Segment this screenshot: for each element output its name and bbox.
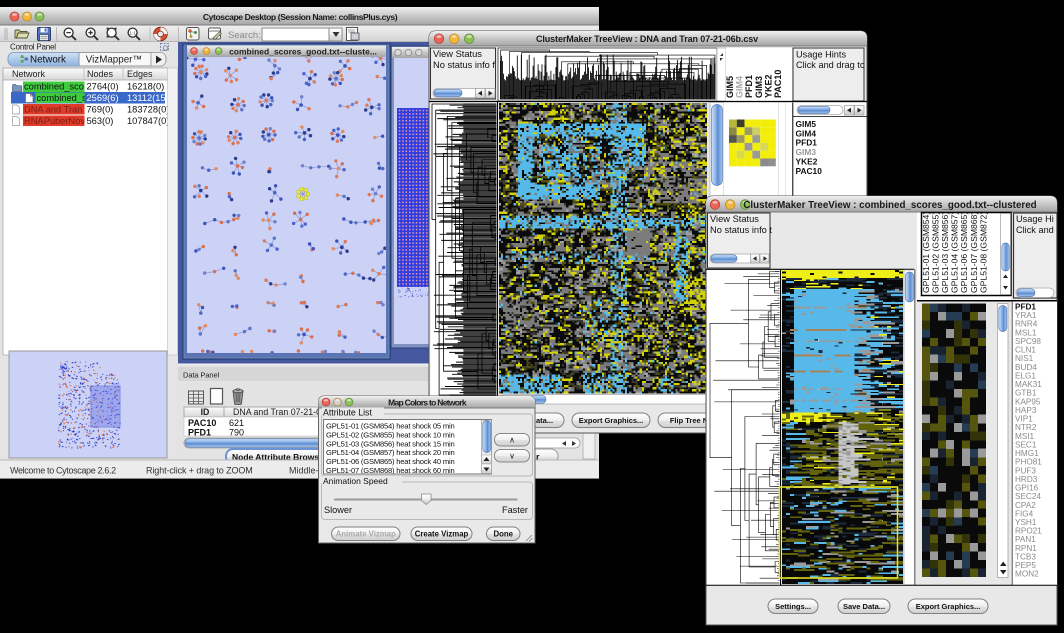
svg-text:∧: ∧ — [509, 436, 515, 445]
svg-text:No status info t: No status info t — [710, 225, 772, 235]
svg-text:Animation Speed: Animation Speed — [323, 476, 388, 486]
svg-text:PFD1: PFD1 — [744, 75, 754, 98]
svg-text:PAC10: PAC10 — [796, 166, 823, 176]
svg-text:PAC10: PAC10 — [773, 70, 783, 98]
svg-text:GPL51-02 (GSM855): GPL51-02 (GSM855) — [931, 212, 941, 293]
svg-text:MON2: MON2 — [1015, 570, 1039, 579]
svg-text:combined_scores_good.txt--clus: combined_scores_good.txt--cluste... — [229, 47, 377, 57]
svg-text:Map Colors to Network: Map Colors to Network — [388, 398, 467, 408]
svg-text:Welcome to Cytoscape 2.6.2: Welcome to Cytoscape 2.6.2 — [10, 466, 116, 476]
svg-text:Search:: Search: — [228, 30, 261, 41]
svg-text:Usage Hi: Usage Hi — [1016, 214, 1054, 224]
svg-text:VizMapper™: VizMapper™ — [86, 54, 142, 65]
svg-text:GPL51-03 (GSM856) heat shock 1: GPL51-03 (GSM856) heat shock 15 min — [326, 439, 455, 448]
svg-text:Attribute List: Attribute List — [323, 408, 372, 418]
svg-text:Create Vizmap: Create Vizmap — [415, 530, 469, 539]
svg-text:PFD1: PFD1 — [188, 427, 211, 437]
svg-text:GIM3: GIM3 — [754, 76, 764, 98]
svg-text:ClusterMaker TreeView : DNA an: ClusterMaker TreeView : DNA and Tran 07-… — [536, 34, 758, 44]
svg-text:16218(0): 16218(0) — [127, 82, 164, 92]
svg-text:183728(0): 183728(0) — [127, 105, 169, 115]
svg-text:GPL51-06 (GSM865): GPL51-06 (GSM865) — [959, 212, 969, 293]
svg-text:Export Graphics...: Export Graphics... — [916, 602, 981, 611]
svg-text:Right-click + drag to ZOOM: Right-click + drag to ZOOM — [146, 466, 253, 476]
svg-text:Click and: Click and — [1016, 225, 1054, 235]
svg-text:View Status: View Status — [710, 214, 759, 224]
svg-text:Edges: Edges — [127, 69, 153, 79]
svg-text:ClusterMaker TreeView : combin: ClusterMaker TreeView : combined_scores_… — [743, 200, 1036, 211]
svg-text:GPL51-01 (GSM854) heat shock 0: GPL51-01 (GSM854) heat shock 05 min — [326, 422, 455, 431]
svg-text:∨: ∨ — [509, 452, 515, 461]
svg-text:GPL51-01 (GSM854): GPL51-01 (GSM854) — [921, 212, 931, 293]
svg-text:Save Data...: Save Data... — [843, 602, 885, 611]
svg-text:769(0): 769(0) — [87, 105, 114, 115]
svg-text:Usage Hints: Usage Hints — [796, 50, 846, 60]
svg-text:GPL51-02 (GSM855) heat shock 1: GPL51-02 (GSM855) heat shock 10 min — [326, 430, 455, 439]
svg-text:GIM5: GIM5 — [725, 76, 735, 98]
svg-text:621: 621 — [229, 418, 244, 428]
svg-text:GPL51-07 (GSM868): GPL51-07 (GSM868) — [969, 212, 979, 293]
svg-text:563(0): 563(0) — [87, 116, 114, 126]
svg-text:Animate Vizmap: Animate Vizmap — [336, 530, 396, 539]
svg-text:Data Panel: Data Panel — [183, 371, 220, 380]
svg-text:Control Panel: Control Panel — [10, 43, 56, 52]
svg-text:Export Graphics...: Export Graphics... — [579, 416, 644, 425]
svg-text:790: 790 — [229, 427, 244, 437]
svg-text:Cytoscape Desktop (Session Nam: Cytoscape Desktop (Session Name: collins… — [203, 12, 398, 22]
svg-text:Slower: Slower — [324, 505, 352, 515]
svg-text:13112(15): 13112(15) — [127, 93, 169, 103]
svg-text:107847(0): 107847(0) — [127, 116, 169, 126]
svg-text:PAC10: PAC10 — [188, 418, 216, 428]
svg-text:Network: Network — [30, 54, 66, 65]
svg-text:Settings...: Settings... — [775, 602, 811, 611]
svg-text:Done: Done — [494, 530, 514, 539]
svg-text:GPL51-04 (GSM857): GPL51-04 (GSM857) — [950, 212, 960, 293]
svg-text:GIM4: GIM4 — [735, 76, 745, 98]
svg-text:Faster: Faster — [502, 505, 528, 515]
svg-text:2764(0): 2764(0) — [87, 82, 119, 92]
svg-text:GPL51-06 (GSM865) heat shock 4: GPL51-06 (GSM865) heat shock 40 min — [326, 457, 455, 466]
svg-text:GPL51-03 (GSM856): GPL51-03 (GSM856) — [940, 212, 950, 293]
svg-text:1:1: 1:1 — [129, 30, 136, 35]
svg-text:Nodes: Nodes — [87, 69, 114, 79]
svg-text:YKE2: YKE2 — [763, 74, 773, 98]
svg-text:View Status: View Status — [433, 49, 482, 59]
svg-text:GPL51-04 (GSM857) heat shock 2: GPL51-04 (GSM857) heat shock 20 min — [326, 448, 455, 457]
svg-text:No status info f: No status info f — [433, 60, 495, 70]
svg-text:GPL51-08 (GSM872): GPL51-08 (GSM872) — [978, 212, 988, 293]
svg-text:Flip Tree N: Flip Tree N — [670, 416, 708, 425]
svg-text:Middle-: Middle- — [289, 466, 319, 476]
svg-text:ID: ID — [201, 407, 210, 417]
svg-text:2569(6): 2569(6) — [87, 93, 119, 103]
svg-text:Click and drag tc: Click and drag tc — [796, 60, 865, 70]
svg-text:Network: Network — [12, 69, 46, 79]
